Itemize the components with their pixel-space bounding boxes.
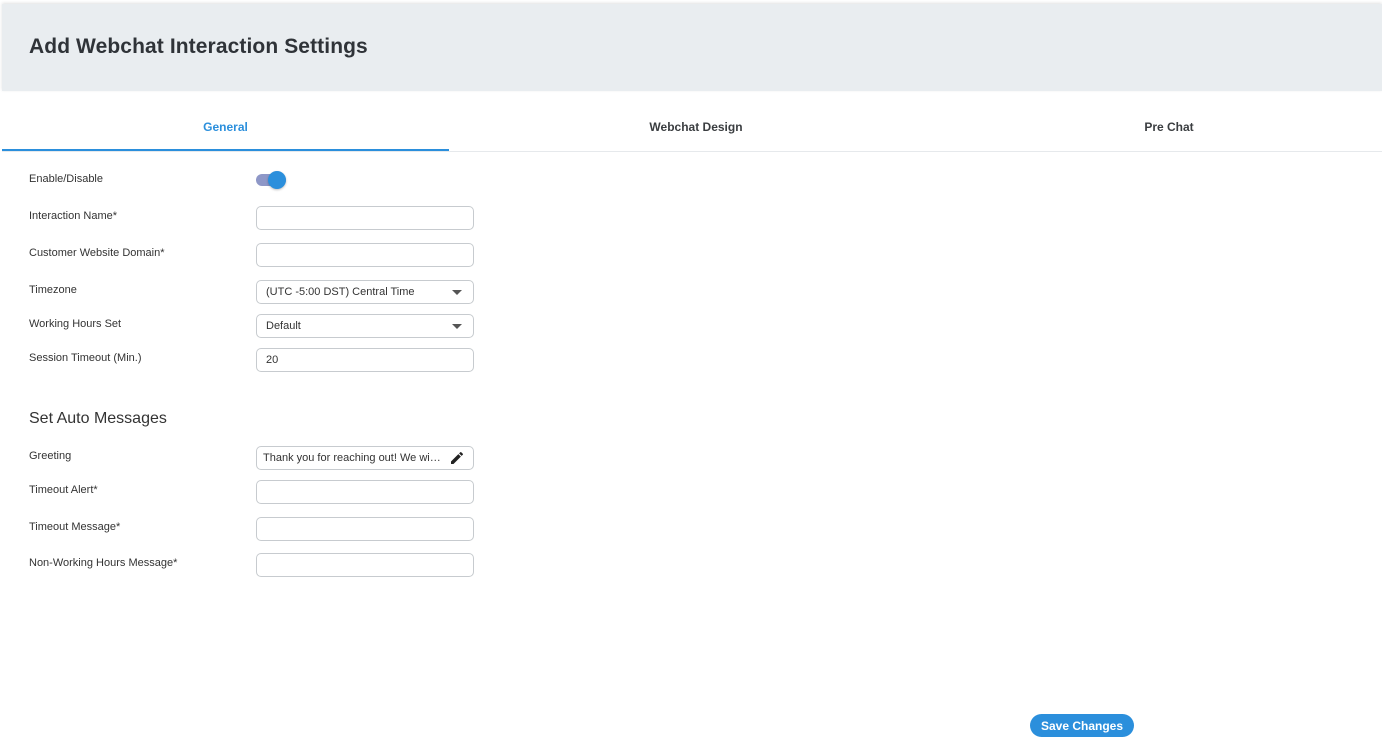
timeout-message-input[interactable] [256, 517, 474, 541]
timeout-alert-label: Timeout Alert* [29, 484, 98, 496]
timezone-select[interactable]: (UTC -5:00 DST) Central Time [256, 280, 474, 304]
page: Add Webchat Interaction Settings General… [0, 0, 1382, 745]
non-working-message-input[interactable] [256, 553, 474, 577]
tab-webchat-design[interactable]: Webchat Design [472, 105, 920, 149]
chevron-down-icon [452, 289, 462, 295]
non-working-message-label: Non-Working Hours Message* [29, 557, 178, 569]
page-header: Add Webchat Interaction Settings [2, 4, 1382, 91]
session-timeout-input[interactable] [256, 348, 474, 372]
timezone-label: Timezone [29, 284, 77, 296]
timeout-message-label: Timeout Message* [29, 521, 121, 533]
working-hours-select[interactable]: Default [256, 314, 474, 338]
interaction-name-label: Interaction Name* [29, 210, 118, 222]
pencil-icon[interactable] [449, 450, 465, 466]
page-title: Add Webchat Interaction Settings [29, 35, 368, 58]
enable-toggle[interactable] [255, 170, 289, 190]
greeting-label: Greeting [29, 450, 72, 462]
enable-label: Enable/Disable [29, 173, 103, 185]
timeout-alert-input[interactable] [256, 480, 474, 504]
tab-pre-chat[interactable]: Pre Chat [945, 105, 1382, 149]
toggle-thumb [268, 171, 286, 189]
timezone-value: (UTC -5:00 DST) Central Time [266, 286, 415, 298]
website-domain-input[interactable] [256, 243, 474, 267]
greeting-field[interactable]: Thank you for reaching out! We will be w… [256, 446, 474, 470]
save-changes-button[interactable]: Save Changes [1030, 714, 1134, 737]
auto-messages-title: Set Auto Messages [29, 410, 167, 427]
chevron-down-icon [452, 323, 462, 329]
working-hours-label: Working Hours Set [29, 318, 122, 330]
website-domain-label: Customer Website Domain* [29, 247, 165, 259]
greeting-value: Thank you for reaching out! We will be w… [263, 452, 443, 464]
working-hours-value: Default [266, 320, 301, 332]
session-timeout-label: Session Timeout (Min.) [29, 352, 142, 364]
tab-bar: General Webchat Design Pre Chat [2, 105, 1382, 152]
tab-general[interactable]: General [2, 105, 449, 151]
interaction-name-input[interactable] [256, 206, 474, 230]
